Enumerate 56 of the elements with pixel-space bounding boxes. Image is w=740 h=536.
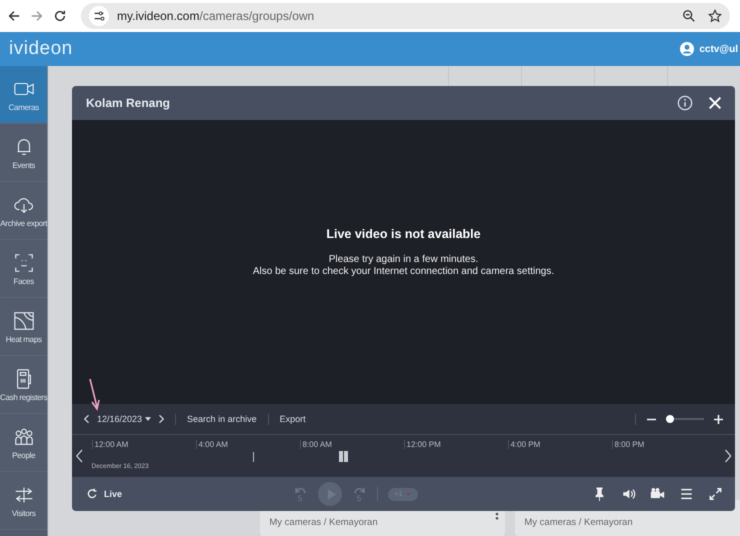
rewind-icon [292,486,308,494]
search-archive-button[interactable]: Search in archive [187,414,257,424]
sidebar-item[interactable]: Archive export [0,182,48,240]
logo[interactable]: ivideon [9,38,680,60]
refresh-icon [86,488,98,500]
camera-path: My cameras / Kemayoran [524,517,633,528]
zoom-in-icon[interactable] [714,414,723,424]
sidebar-item[interactable]: Visitors [0,472,48,530]
sidebar-item[interactable]: Cameras [0,66,48,124]
url-text: my.ivideon.com/cameras/groups/own [117,9,316,23]
caret-icon [406,492,410,496]
next-day-icon[interactable] [158,414,164,424]
live-button[interactable]: Live [86,488,122,500]
menu-icon[interactable] [679,487,694,501]
back-icon[interactable] [7,9,21,23]
sidebar-item[interactable]: People [0,414,48,472]
user-icon[interactable] [680,42,694,56]
previous-day-icon[interactable] [84,414,90,424]
reload-icon[interactable] [53,9,67,23]
window-title: Kolam Renang [86,96,172,110]
map-icon [12,310,35,332]
timeline-back-icon[interactable] [76,448,84,464]
forward-icon[interactable] [30,9,44,23]
sidebar-item[interactable]: Heat maps [0,298,48,356]
time-tick: 4:00 AM [196,440,228,449]
video-camera-settings-icon[interactable] [650,487,665,501]
date-picker[interactable]: 12/16/2023 [97,414,152,424]
time-tick: 12:00 AM [92,440,128,449]
annotation-arrow [88,378,100,412]
sidebar-item[interactable]: Faces [0,240,48,298]
camera-path: My cameras / Kemayoran [269,517,378,528]
info-icon[interactable] [677,95,693,111]
time-tick: 8:00 PM [612,440,644,449]
time-tick: 12:00 PM [404,440,441,449]
site-settings-icon[interactable] [89,6,109,26]
close-icon[interactable] [707,95,723,111]
volume-icon[interactable] [621,487,636,501]
time-tick: 4:00 PM [508,440,540,449]
face-frame-icon [12,252,35,274]
export-button[interactable]: Export [280,414,306,424]
caret-icon [145,417,152,421]
message-text: Please try again in a few minutes. [328,254,478,266]
star-icon[interactable] [708,9,722,23]
fast-forward-icon [352,486,367,494]
timeline-forward-icon[interactable] [724,448,731,464]
message-title: Live video is not available [326,226,481,240]
sidebar-item[interactable]: Cash registers [0,356,48,414]
zoom-icon[interactable] [682,9,696,23]
time-tick: 8:00 AM [300,440,332,449]
user-name[interactable]: cctv@ul [699,44,740,54]
address-bar[interactable]: my.ivideon.com/cameras/groups/own [81,3,730,29]
sidebar-item[interactable]: Events [0,124,48,182]
fullscreen-icon[interactable] [708,487,723,501]
pause-icon [338,451,348,462]
message-text: Also be sure to check your Internet connection and camera settings. [252,266,554,278]
people-icon [12,426,35,448]
